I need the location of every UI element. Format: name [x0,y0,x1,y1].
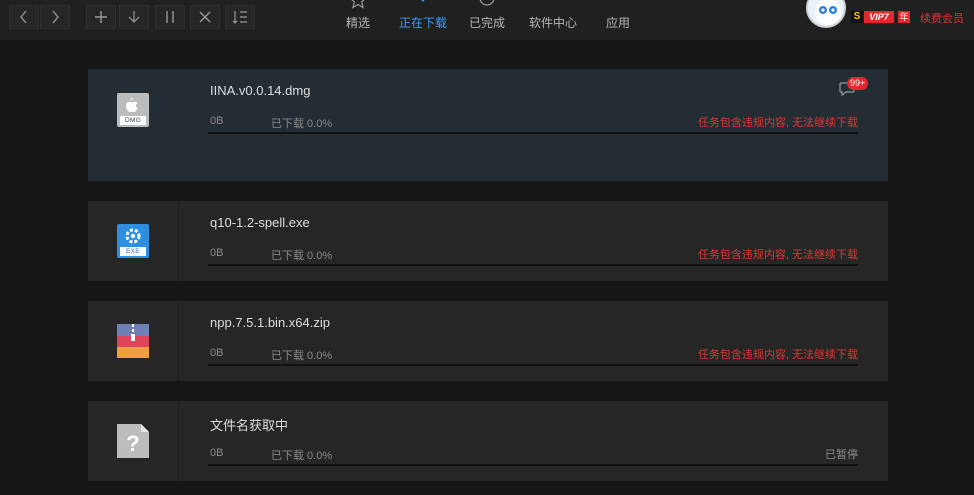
download-progress-text: 已下载 0.0% [271,118,333,130]
card-divider [178,401,179,481]
avatar-icon [815,0,841,25]
tab-apps[interactable]: 应用 [596,0,640,40]
file-size: 0B [210,247,224,259]
task-status: 任务包含违规内容, 无法继续下载 [697,349,858,361]
plus-icon [95,11,107,23]
pause-icon [166,11,174,23]
monitor-icon [542,0,564,9]
task-status: 任务包含违规内容, 无法继续下载 [697,117,858,129]
sort-list-icon [232,11,247,24]
tab-completed[interactable]: 已完成 [465,0,509,40]
grid-icon [608,0,628,9]
arrow-down-icon [128,11,140,23]
progress-bar [208,464,858,466]
vip-level-badge: VIP7 [864,11,894,23]
task-status: 任务包含违规内容, 无法继续下载 [697,249,858,261]
card-divider [178,301,179,381]
top-toolbar: 精选 正在下载 已完成 软件中心 应用 S VIP7 年 续费会员 [0,0,974,40]
message-count-badge: 99+ [847,77,869,90]
new-task-button[interactable] [86,5,116,29]
s-badge: S [851,11,863,23]
file-type-label: EXE [126,248,140,255]
star-icon [351,0,365,9]
file-name: q10-1.2-spell.exe [210,215,310,230]
download-progress-text: 已下载 0.0% [271,350,333,362]
download-icon [421,0,425,2]
renew-membership-link[interactable]: 续费会员 [920,10,964,26]
download-item[interactable]: npp.7.5.1.bin.x64.zip 0B 已下载 0.0% 任务包含违规… [88,301,888,381]
tab-label: 精选 [345,16,370,30]
tab-downloading[interactable]: 正在下载 [395,0,451,40]
pause-button[interactable] [155,5,185,29]
svg-text:?: ? [126,431,139,456]
start-download-button[interactable] [119,5,149,29]
download-progress-text: 已下载 0.0% [271,250,333,262]
file-size: 0B [210,447,224,459]
download-item[interactable]: DMG IINA.v0.0.14.dmg 0B 已下载 0.0% 任务包含违规内… [88,69,888,181]
back-button[interactable] [9,5,39,29]
progress-bar [208,364,858,366]
file-size: 0B [210,115,224,127]
tab-software-center[interactable]: 软件中心 [525,0,581,40]
tab-label: 正在下载 [398,16,447,30]
download-progress-text: 已下载 0.0% [271,450,333,462]
tab-label: 应用 [605,16,630,30]
close-icon [199,11,211,23]
task-status: 已暂停 [825,449,858,461]
chevron-left-icon [20,10,27,24]
file-name: npp.7.5.1.bin.x64.zip [210,315,330,330]
check-shield-icon [479,0,495,6]
sort-button[interactable] [225,5,255,29]
unknown-file-icon: ? [117,424,149,458]
zip-file-icon [117,324,149,358]
file-type-label: DMG [125,117,142,124]
tab-label: 软件中心 [528,16,577,30]
chevron-right-icon [52,10,59,24]
download-item[interactable]: ? 文件名获取中 0B 已下载 0.0% 已暂停 [88,401,888,481]
forward-button[interactable] [40,5,70,29]
delete-button[interactable] [190,5,220,29]
download-item[interactable]: EXE q10-1.2-spell.exe 0B 已下载 0.0% 任务包含违规… [88,201,888,281]
progress-bar [208,264,858,266]
file-name: 文件名获取中 [210,418,289,433]
annual-badge: 年 [898,11,910,23]
avatar[interactable] [806,0,846,28]
tab-featured[interactable]: 精选 [336,0,380,40]
card-divider [178,201,179,281]
file-name: IINA.v0.0.14.dmg [210,83,311,98]
file-size: 0B [210,347,224,359]
progress-bar [208,132,858,134]
tab-label: 已完成 [468,16,505,30]
